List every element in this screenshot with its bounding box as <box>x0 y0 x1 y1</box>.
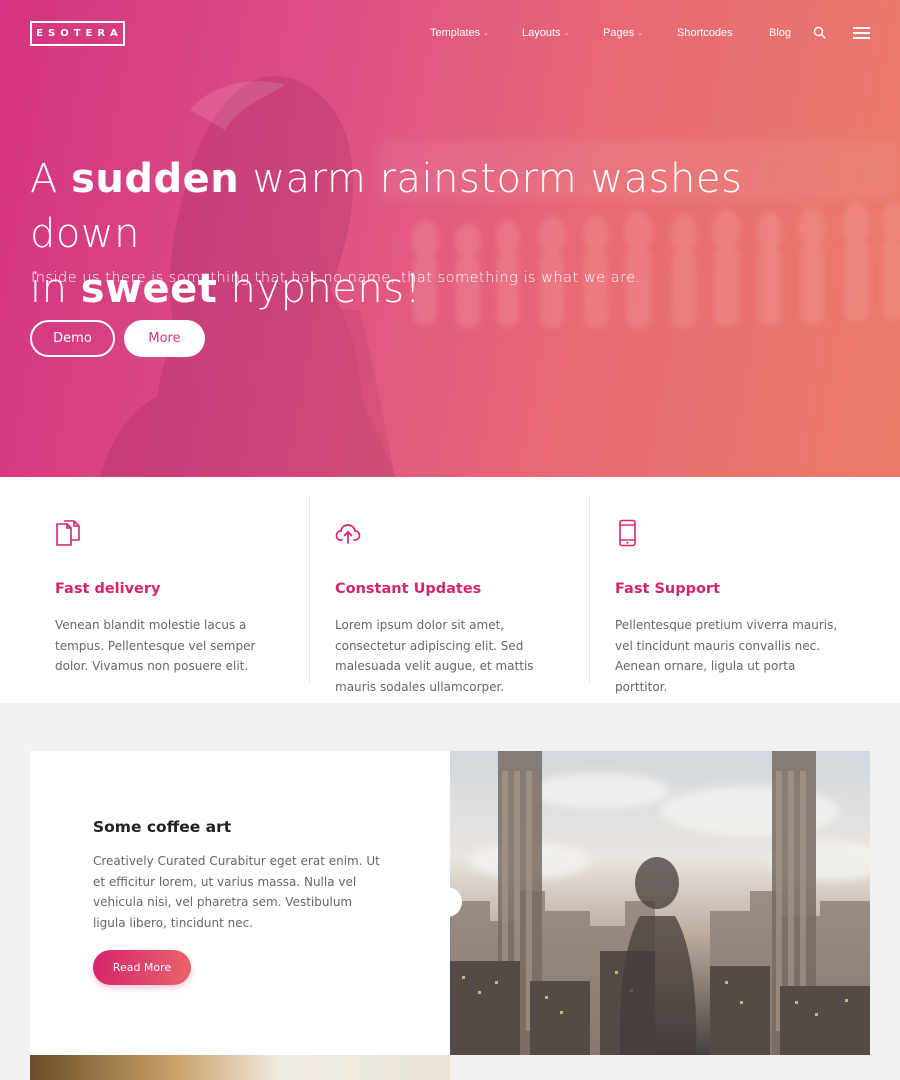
feature-text: Pellentesque pretium viverra mauris, vel… <box>615 618 838 694</box>
feature-title: Fast Support <box>615 581 721 597</box>
divider <box>589 497 590 682</box>
hero-subtitle: Inside us there is something that has no… <box>31 270 641 286</box>
post-title[interactable]: Some coffee art <box>93 818 231 836</box>
more-button[interactable]: More <box>124 320 205 357</box>
hero-section: ESOTERA Templates ⌄ Layouts ⌄ Pages ⌄ Short… <box>0 0 900 477</box>
cloud-upload-icon <box>335 524 361 544</box>
post-image[interactable] <box>450 751 870 1055</box>
divider <box>309 497 310 682</box>
chevron-down-icon: ⌄ <box>563 30 570 37</box>
nav-item-label: Templates <box>430 27 481 39</box>
feature-constant-updates: Constant Updates Lorem ipsum dolor sit a… <box>335 497 615 694</box>
feature-title: Fast delivery <box>55 581 161 597</box>
feature-fast-delivery: Fast delivery Venean blandit molestie la… <box>55 497 335 682</box>
nav-item-pages[interactable]: Pages ⌄ <box>603 26 643 41</box>
documents-icon <box>56 520 80 546</box>
search-icon[interactable] <box>813 26 827 40</box>
feature-text: Venean blandit molestie lacus a tempus. … <box>55 618 256 673</box>
hero-title: A sudden warm rainstorm washes down in s… <box>30 156 743 312</box>
nav-item-label: Pages <box>603 27 635 39</box>
demo-button[interactable]: Demo <box>30 320 115 357</box>
nav-item-label: Layouts <box>522 27 561 39</box>
feature-fast-support: Fast Support Pellentesque pretium viverr… <box>615 497 895 694</box>
nav-item-blog[interactable]: Blog <box>769 26 791 40</box>
chevron-down-icon: ⌄ <box>637 30 644 37</box>
main-navigation: Templates ⌄ Layouts ⌄ Pages ⌄ Shortcodes Bl… <box>0 26 900 42</box>
site-header: ESOTERA Templates ⌄ Layouts ⌄ Pages ⌄ Short… <box>0 0 900 66</box>
features-section: Fast delivery Venean blandit molestie la… <box>0 477 900 703</box>
post-card: Some coffee art Creatively Curated Curab… <box>30 751 450 1055</box>
nav-item-label: Shortcodes <box>677 27 733 39</box>
post-excerpt: Creatively Curated Curabitur eget erat e… <box>93 854 380 930</box>
chevron-down-icon: ⌄ <box>483 30 490 37</box>
mobile-phone-icon <box>619 519 636 547</box>
nav-item-templates[interactable]: Templates ⌄ <box>430 26 489 41</box>
read-more-button[interactable]: Read More <box>93 950 191 985</box>
nav-item-label: Blog <box>769 27 792 39</box>
hamburger-menu-icon[interactable] <box>853 27 870 40</box>
feature-text: Lorem ipsum dolor sit amet, consectetur … <box>335 618 534 694</box>
next-post-image[interactable] <box>30 1055 450 1080</box>
feature-title: Constant Updates <box>335 581 482 597</box>
nav-item-layouts[interactable]: Layouts ⌄ <box>522 26 569 41</box>
nav-item-shortcodes[interactable]: Shortcodes <box>677 26 733 40</box>
